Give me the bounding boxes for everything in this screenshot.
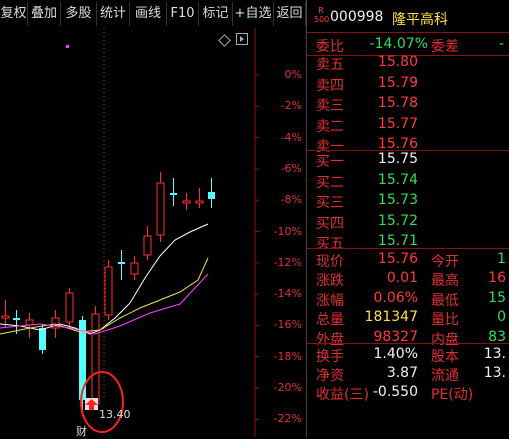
badge-top: R: [318, 6, 324, 15]
ask-row-label: 卖二: [316, 118, 344, 135]
candle-body-up: [156, 182, 165, 236]
candle-body-up: [143, 235, 152, 256]
candle-body-down: [39, 328, 46, 350]
bid-row: 买三 15.73: [307, 190, 509, 212]
ask-row-value: 15.79: [377, 74, 418, 91]
toolbar-button-5[interactable]: F10: [167, 2, 199, 26]
fin-row-right: PE(动): [307, 382, 509, 404]
weibi-value: -14.07%: [369, 36, 428, 52]
percent-tick-label: -20%: [273, 381, 302, 394]
toolbar-button-0[interactable]: 复权: [0, 2, 28, 26]
candle-body-up: [104, 266, 113, 316]
candle-body-down: [118, 262, 125, 264]
toolbar-button-7[interactable]: +自选: [233, 2, 274, 26]
stat-row-right-value: 0: [497, 309, 506, 326]
bid-row-value: 15.74: [377, 171, 418, 188]
divider: [307, 32, 509, 33]
toolbar-button-4[interactable]: 画线: [130, 2, 167, 26]
candle-body-up: [65, 292, 74, 323]
percent-tick-label: -6%: [280, 161, 302, 175]
bid-row: 买二 15.74: [307, 170, 509, 192]
ask-row-label: 卖五: [316, 57, 344, 73]
badge-bottom: 500: [314, 15, 330, 24]
bid-row: 买一 15.75: [307, 149, 509, 171]
candle-body-down: [170, 193, 177, 195]
candle-body-up: [182, 200, 191, 204]
toolbar-button-8[interactable]: 返回: [274, 2, 306, 26]
ask-row-value: 15.80: [377, 54, 418, 70]
stock-code: 000998: [330, 9, 384, 25]
candle-body-up: [91, 313, 100, 405]
toolbar-button-1[interactable]: 叠加: [28, 2, 61, 26]
marker-dot: [66, 45, 69, 48]
bid-row-label: 买四: [316, 215, 344, 232]
candle-body-up: [25, 319, 34, 326]
stat-row-right-value: 16: [488, 270, 506, 287]
candle-body-down: [13, 318, 20, 320]
bid-row-label: 买三: [316, 195, 344, 212]
candle-body-up: [130, 262, 139, 275]
toolbar-button-2[interactable]: 多股: [61, 2, 97, 26]
ask-row-label: 卖三: [316, 98, 344, 114]
percent-tick-label: -2%: [280, 99, 302, 113]
candle-body-up: [195, 200, 204, 204]
bid-row-value: 15.73: [377, 192, 418, 209]
bid-row-value: 15.75: [377, 151, 418, 167]
percent-tick-label: -8%: [280, 193, 302, 207]
fin-row-right-label: PE(动): [431, 387, 474, 403]
percent-tick-label: 0%: [284, 68, 302, 81]
bid-row-value: 15.71: [377, 233, 418, 250]
fin-row-right-value: 13.: [483, 346, 506, 362]
ask-row: 卖二 15.77: [307, 114, 509, 136]
stock-header: R 500 000998 隆平高科: [307, 6, 509, 32]
ask-row: 卖五 15.80: [307, 52, 509, 74]
weicha-value: -: [498, 36, 504, 52]
ask-row-value: 15.77: [377, 115, 418, 132]
percent-tick-label: -10%: [273, 224, 302, 238]
ask-row-label: 卖四: [316, 77, 344, 94]
ask-row: 卖四 15.79: [307, 73, 509, 95]
low-price-label: 13.40: [99, 408, 131, 421]
stock-name: 隆平高科: [392, 12, 448, 28]
chart-toolbar: 复权 叠加 多股 统计 画线 F10 标记 +自选 返回: [0, 0, 306, 28]
bid-row-value: 15.72: [377, 212, 418, 229]
bid-row-label: 买二: [316, 174, 344, 191]
kline-chart[interactable]: 0% -2% -4% -6% -8% -10% -12% -14% -16% -18% -20% -2…: [0, 28, 306, 438]
margin-badge: R 500: [314, 6, 330, 24]
percent-tick-label: -14%: [273, 287, 302, 301]
ask-row-value: 15.78: [377, 95, 418, 111]
percent-tick-label: -18%: [273, 349, 302, 363]
bid-row: 买四 15.72: [307, 211, 509, 233]
fin-row-right-value: 13.: [483, 365, 506, 381]
bid-row-label: 买一: [316, 154, 344, 170]
stat-row-right-value: 1: [497, 251, 506, 267]
percent-tick-label: -12%: [273, 255, 302, 269]
quote-panel: R 500 000998 隆平高科 委比 -14.07% 委差 - 卖五 15.8…: [306, 0, 509, 437]
percent-tick-label: -4%: [280, 130, 302, 144]
percent-tick-label: -22%: [273, 412, 302, 426]
collapse-panel-button[interactable]: [236, 33, 248, 45]
ask-row: 卖三 15.78: [307, 93, 509, 115]
toolbar-button-6[interactable]: 标记: [199, 2, 233, 26]
candle-body-up: [1, 315, 10, 319]
stat-row-right-value: 15: [488, 289, 506, 306]
candle-body-down: [208, 192, 215, 199]
percent-tick-label: -16%: [273, 318, 302, 332]
toolbar-button-3[interactable]: 统计: [97, 2, 130, 26]
